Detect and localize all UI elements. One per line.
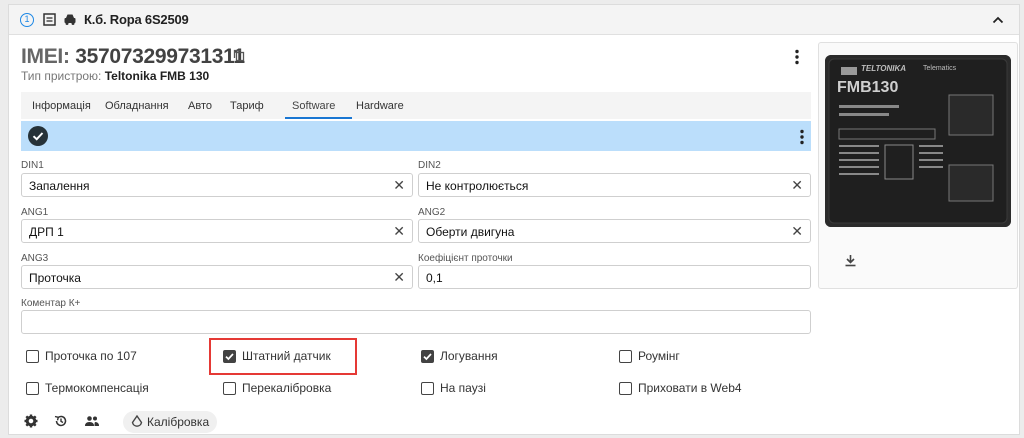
ang1-field[interactable]: ДРП 1 ✕ [21, 219, 413, 243]
clear-icon[interactable]: ✕ [393, 178, 405, 192]
din2-field[interactable]: Не контролюється ✕ [418, 173, 811, 197]
checkbox-paused[interactable]: На паузі [421, 381, 486, 395]
device-photo: TELTONIKA Telematics FMB130 [825, 55, 1011, 227]
checkbox-box[interactable] [619, 381, 632, 395]
card-header[interactable]: 1 К.б. Ropa 6S2509 [9, 5, 1019, 35]
checkbox-label: Перекалібровка [242, 381, 332, 395]
document-icon[interactable] [43, 13, 56, 31]
ang3-label: ANG3 [21, 253, 49, 264]
din2-label: DIN2 [418, 160, 441, 171]
checkbox-label: Роумінг [638, 349, 680, 363]
din1-field[interactable]: Запалення ✕ [21, 173, 413, 197]
clear-icon[interactable]: ✕ [393, 224, 405, 238]
status-bar [21, 121, 811, 151]
car-icon [63, 12, 77, 31]
checkbox-label: Проточка по 107 [45, 349, 137, 363]
device-type-label: Тип пристрою: [21, 69, 102, 83]
checkbox-label: Термокомпенсація [45, 381, 149, 395]
clear-icon[interactable]: ✕ [791, 178, 803, 192]
comment-field[interactable] [21, 310, 811, 334]
checkbox-box[interactable] [421, 349, 434, 363]
checkbox-hide-web4[interactable]: Приховати в Web4 [619, 381, 742, 395]
coef-field[interactable]: 0,1 [418, 265, 811, 289]
calibration-icon [131, 414, 143, 430]
download-icon[interactable] [844, 254, 857, 272]
din1-value: Запалення [29, 179, 90, 193]
clear-icon[interactable]: ✕ [791, 224, 803, 238]
device-image-card: TELTONIKA Telematics FMB130 [818, 42, 1018, 289]
calibration-button[interactable]: Калібровка [123, 411, 217, 433]
calibration-label: Калібровка [147, 415, 210, 429]
checkbox-label: Приховати в Web4 [638, 381, 742, 395]
chevron-up-icon[interactable] [991, 13, 1005, 32]
checkbox-box[interactable] [26, 381, 39, 395]
checkbox-box[interactable] [223, 381, 236, 395]
checkbox-box[interactable] [421, 381, 434, 395]
device-type: Тип пристрою: Teltonika FMB 130 [21, 69, 209, 83]
ang2-value: Оберти двигуна [426, 225, 515, 239]
checkbox-box[interactable] [26, 349, 39, 363]
history-icon[interactable] [54, 414, 68, 433]
tab-tariff[interactable]: Тариф [230, 100, 264, 112]
status-more-icon[interactable] [799, 129, 805, 150]
device-card: 1 К.б. Ropa 6S2509 IMEI: 357073299731311… [8, 4, 1020, 435]
device-brand: TELTONIKA [861, 64, 907, 73]
index-badge: 1 [20, 13, 34, 27]
tab-hardware[interactable]: Hardware [356, 100, 404, 112]
coef-value: 0,1 [426, 271, 443, 285]
checkbox-thermocompensation[interactable]: Термокомпенсація [26, 381, 149, 395]
checkbox-label: На паузі [440, 381, 486, 395]
imei-title: IMEI: 357073299731311 [21, 45, 245, 69]
active-tab-indicator [285, 117, 352, 119]
checkbox-roaming[interactable]: Роумінг [619, 349, 680, 363]
comment-label: Коментар К+ [21, 298, 81, 309]
checkbox-logging[interactable]: Логування [421, 349, 498, 363]
check-circle-icon [28, 126, 48, 146]
tab-software[interactable]: Software [292, 100, 335, 112]
coef-label: Коефіцієнт проточки [418, 253, 513, 264]
checkbox-box[interactable] [619, 349, 632, 363]
device-type-value: Teltonika FMB 130 [104, 69, 210, 83]
checkmark-icon [423, 352, 432, 360]
tab-equipment[interactable]: Обладнання [105, 100, 169, 112]
highlight-annotation [209, 338, 357, 375]
group-icon[interactable] [84, 414, 100, 433]
clear-icon[interactable]: ✕ [393, 270, 405, 284]
checkbox-recalibration[interactable]: Перекалібровка [223, 381, 331, 395]
din2-value: Не контролюється [426, 179, 529, 193]
gear-icon[interactable] [24, 414, 38, 433]
checkbox-label: Логування [440, 349, 498, 363]
ang3-value: Проточка [29, 271, 81, 285]
imei-value: 357073299731311 [75, 45, 245, 68]
ang2-field[interactable]: Оберти двигуна ✕ [418, 219, 811, 243]
tab-bar: Інформація Обладнання Авто Тариф Softwar… [21, 92, 811, 119]
copy-icon[interactable] [233, 49, 245, 67]
ang2-label: ANG2 [418, 207, 446, 218]
tab-auto[interactable]: Авто [188, 100, 212, 112]
ang1-value: ДРП 1 [29, 225, 64, 239]
more-vert-icon[interactable] [794, 49, 800, 70]
imei-label: IMEI: [21, 45, 70, 68]
device-model: FMB130 [837, 79, 899, 96]
ang1-label: ANG1 [21, 207, 49, 218]
din1-label: DIN1 [21, 160, 44, 171]
checkbox-flow-107[interactable]: Проточка по 107 [26, 349, 137, 363]
tab-info[interactable]: Інформація [32, 100, 91, 112]
device-brand-sub: Telematics [923, 65, 957, 72]
vehicle-name: К.б. Ropa 6S2509 [84, 12, 189, 27]
ang3-field[interactable]: Проточка ✕ [21, 265, 413, 289]
